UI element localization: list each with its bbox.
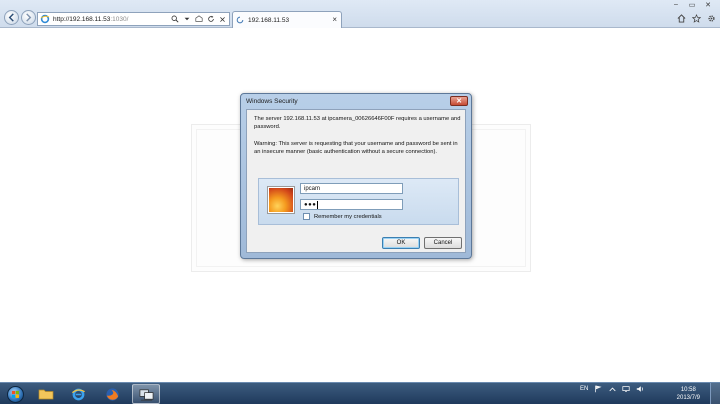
windows-logo-icon — [6, 385, 24, 403]
dialog-title: Windows Security — [246, 98, 298, 105]
taskbar: EN 10:58 2013/7/9 — [0, 382, 720, 404]
start-button[interactable] — [2, 384, 28, 404]
clock-date: 2013/7/9 — [676, 395, 700, 401]
back-button[interactable] — [4, 10, 19, 25]
dialog-close-button[interactable]: ✕ — [450, 96, 468, 106]
text-caret — [317, 200, 319, 209]
taskbar-network-app[interactable] — [132, 384, 160, 404]
folder-icon — [38, 389, 54, 400]
dropdown-icon[interactable] — [182, 14, 191, 24]
ie-icon — [71, 388, 85, 400]
address-bar[interactable]: http://192.168.11.53:1030/ — [37, 12, 230, 26]
remember-credentials[interactable]: Remember my credentials — [303, 213, 382, 220]
ie-icon — [40, 14, 50, 24]
system-tray: EN — [580, 385, 644, 393]
maximize-button[interactable]: ▭ — [684, 0, 700, 9]
arrow-right-icon — [26, 13, 32, 22]
browser-toolbar: http://192.168.11.53:1030/ 192.168.11.53… — [0, 0, 720, 28]
network-icon[interactable] — [622, 385, 630, 393]
gear-icon[interactable] — [706, 13, 716, 23]
user-avatar — [267, 186, 295, 214]
search-icon[interactable] — [170, 14, 179, 24]
stop-icon[interactable] — [218, 14, 227, 24]
clock[interactable]: 10:58 2013/7/9 — [677, 386, 700, 402]
dialog-warning: Warning: This server is requesting that … — [254, 141, 458, 155]
window-close-button[interactable]: ✕ — [700, 0, 716, 9]
volume-icon[interactable] — [636, 385, 644, 393]
security-dialog: Windows Security ✕ The server 192.168.11… — [240, 93, 472, 259]
taskbar-folder[interactable] — [32, 384, 60, 404]
compat-icon[interactable] — [194, 14, 203, 24]
tray-arrow-icon[interactable] — [608, 385, 616, 393]
cancel-button[interactable]: Cancel — [424, 237, 462, 249]
forward-button[interactable] — [21, 10, 36, 25]
minimize-button[interactable]: – — [668, 0, 684, 9]
dialog-body: The server 192.168.11.53 at ipcamera_006… — [246, 109, 466, 253]
refresh-icon[interactable] — [206, 14, 215, 24]
firefox-icon — [105, 387, 119, 401]
tab-close-icon[interactable]: × — [332, 15, 337, 24]
taskbar-ie[interactable] — [64, 384, 92, 404]
network-app-icon — [139, 388, 153, 400]
tab-title: 192.168.11.53 — [248, 16, 290, 24]
taskbar-firefox[interactable] — [98, 384, 126, 404]
tab-active[interactable]: 192.168.11.53 × — [232, 11, 342, 28]
ok-button[interactable]: OK — [382, 237, 420, 249]
remember-checkbox[interactable] — [303, 213, 310, 220]
home-icon[interactable] — [676, 13, 686, 23]
password-input[interactable]: ●●● — [300, 199, 403, 210]
show-desktop-button[interactable] — [710, 383, 720, 404]
credential-panel: ipcam ●●● Remember my credentials — [258, 178, 459, 225]
arrow-left-icon — [8, 13, 14, 22]
dialog-message: The server 192.168.11.53 at ipcamera_006… — [254, 116, 461, 130]
username-input[interactable]: ipcam — [300, 183, 403, 194]
remember-label: Remember my credentials — [314, 213, 382, 220]
flower-avatar-icon — [269, 188, 293, 212]
flag-icon[interactable] — [594, 385, 602, 393]
password-value: ●●● — [304, 201, 317, 208]
url-text: http://192.168.11.53:1030/ — [53, 15, 129, 23]
loading-icon — [236, 16, 244, 24]
clock-time: 10:58 — [680, 387, 696, 393]
language-indicator[interactable]: EN — [580, 386, 588, 392]
favorites-icon[interactable] — [691, 13, 701, 23]
